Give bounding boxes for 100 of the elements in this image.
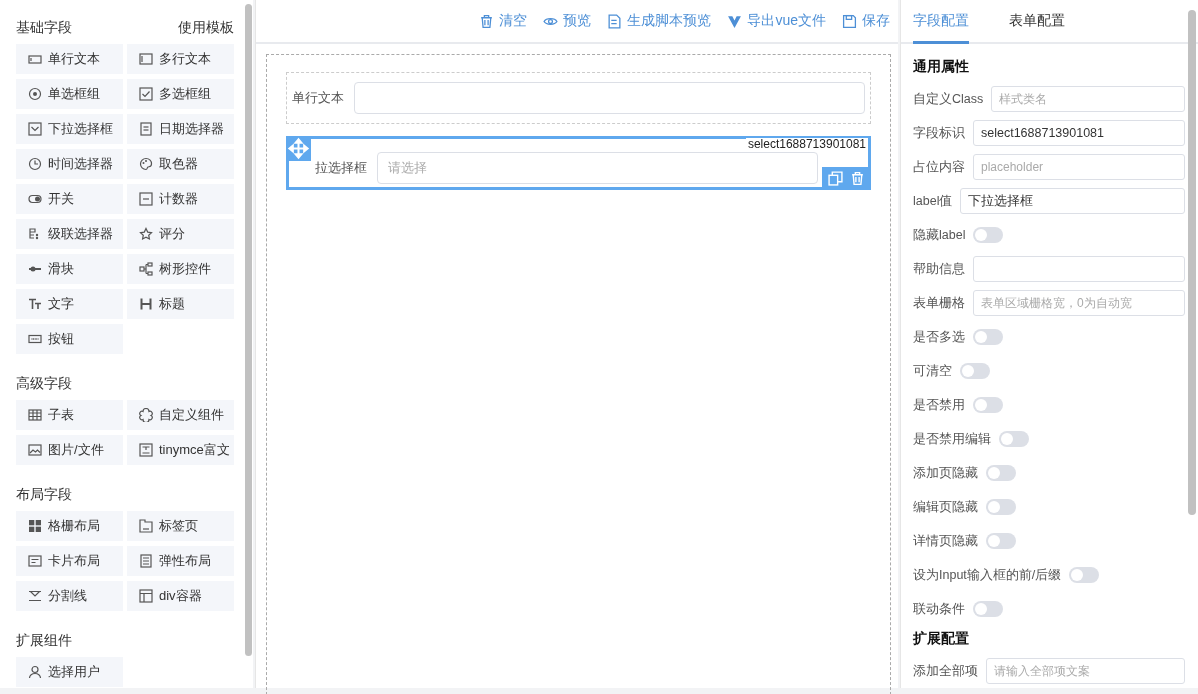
component-item[interactable]: tinymce富文 <box>127 435 234 465</box>
component-item[interactable]: 自定义组件 <box>127 400 234 430</box>
section-title: 高级字段 <box>16 375 72 393</box>
component-item[interactable]: 开关 <box>16 184 123 214</box>
button-icon <box>28 332 42 346</box>
component-item[interactable]: 多行文本 <box>127 44 234 74</box>
star-icon <box>139 227 153 241</box>
input-field[interactable]: select1688713901081 <box>973 120 1185 146</box>
property-label: 添加页隐藏 <box>913 464 978 482</box>
section-title: 基础字段 <box>16 19 72 37</box>
component-item[interactable]: 树形控件 <box>127 254 234 284</box>
section-title: 通用属性 <box>913 57 970 76</box>
component-item[interactable]: 评分 <box>127 219 234 249</box>
field-label: 单行文本 <box>292 89 344 107</box>
component-item[interactable]: 时间选择器 <box>16 149 123 179</box>
component-item[interactable]: 文字 <box>16 289 123 319</box>
toggle-switch[interactable] <box>973 329 1003 345</box>
component-item[interactable]: 卡片布局 <box>16 546 123 576</box>
move-handle-icon[interactable] <box>286 136 311 161</box>
property-label: 是否禁用 <box>913 396 965 414</box>
form-item[interactable]: 拉选择框 请选择 select1688713901081 <box>286 136 871 190</box>
dropdown-icon <box>28 122 42 136</box>
component-item[interactable]: 图片/文件 <box>16 435 123 465</box>
clock-icon <box>28 157 42 171</box>
toolbar-button[interactable]: 导出vue文件 <box>727 12 826 30</box>
property-label: label值 <box>913 192 953 210</box>
section-title: 扩展组件 <box>16 632 72 650</box>
property-label: 添加全部项 <box>913 662 978 680</box>
tabs-icon <box>139 519 153 533</box>
toolbar-button[interactable]: 生成脚本预览 <box>607 12 712 30</box>
tab[interactable]: 表单配置 <box>1009 0 1065 44</box>
component-item[interactable]: 单选框组 <box>16 79 123 109</box>
section-title: 布局字段 <box>16 486 72 504</box>
component-item[interactable]: div容器 <box>127 581 234 611</box>
component-item[interactable]: 取色器 <box>127 149 234 179</box>
v-logo-icon <box>727 13 743 29</box>
toolbar-button[interactable]: 预览 <box>543 12 592 30</box>
component-item[interactable]: 按钮 <box>16 324 123 354</box>
toggle-switch[interactable] <box>986 533 1016 549</box>
property-label: 设为Input输入框的前/后缀 <box>913 566 1062 584</box>
text-icon <box>28 297 42 311</box>
property-label: 隐藏label <box>913 226 966 244</box>
input-field[interactable] <box>973 256 1185 282</box>
component-item[interactable]: 选择用户 <box>16 657 123 687</box>
component-item[interactable]: 分割线 <box>16 581 123 611</box>
use-template-link[interactable]: 使用模板 <box>178 19 234 37</box>
toggle-switch[interactable] <box>1069 567 1100 583</box>
toggle-switch[interactable] <box>986 465 1016 481</box>
property-label: 自定义Class <box>913 90 984 108</box>
radio-icon <box>28 87 42 101</box>
toggle-switch[interactable] <box>973 397 1003 413</box>
grid-icon <box>28 519 42 533</box>
counter-icon <box>139 192 153 206</box>
flex-icon <box>139 554 153 568</box>
toolbar-button[interactable]: 清空 <box>479 12 528 30</box>
property-label: 详情页隐藏 <box>913 532 978 550</box>
textarea-icon <box>139 52 153 66</box>
copy-icon[interactable] <box>828 171 843 186</box>
component-item[interactable]: 多选框组 <box>127 79 234 109</box>
toggle-switch[interactable] <box>999 431 1029 447</box>
input-field[interactable]: 下拉选择框 <box>960 188 1185 214</box>
container-icon <box>139 589 153 603</box>
property-label: 表单栅格 <box>913 294 965 312</box>
floppy-icon <box>842 13 857 29</box>
input-field[interactable] <box>354 82 865 114</box>
component-item[interactable]: 弹性布局 <box>127 546 234 576</box>
form-item[interactable]: 单行文本 <box>286 72 871 124</box>
property-label: 占位内容 <box>913 158 965 176</box>
property-label: 联动条件 <box>913 600 965 618</box>
property-label: 帮助信息 <box>913 260 965 278</box>
editor-icon <box>139 443 153 457</box>
component-item[interactable]: 日期选择器 <box>127 114 234 144</box>
property-label: 字段标识 <box>913 124 965 142</box>
component-item[interactable]: 格栅布局 <box>16 511 123 541</box>
toggle-switch[interactable] <box>986 499 1016 515</box>
trash-icon[interactable] <box>850 171 865 186</box>
component-item[interactable]: 子表 <box>16 400 123 430</box>
divider-icon <box>28 589 42 603</box>
component-item[interactable]: 单行文本 <box>16 44 123 74</box>
property-label: 是否多选 <box>913 328 965 346</box>
toggle-switch[interactable] <box>960 363 990 379</box>
component-item[interactable]: 下拉选择框 <box>16 114 123 144</box>
toolbar-button[interactable]: 保存 <box>842 12 890 30</box>
heading-icon <box>139 297 153 311</box>
component-item[interactable]: 标签页 <box>127 511 234 541</box>
component-item[interactable]: 计数器 <box>127 184 234 214</box>
toggle-switch[interactable] <box>973 601 1003 617</box>
palette-icon <box>139 157 153 171</box>
toggle-icon <box>28 192 42 206</box>
tab[interactable]: 字段配置 <box>913 0 969 44</box>
component-item[interactable]: 滑块 <box>16 254 123 284</box>
card-icon <box>28 554 42 568</box>
user-icon <box>28 665 42 679</box>
checkbox-icon <box>139 87 153 101</box>
property-label: 编辑页隐藏 <box>913 498 978 516</box>
component-item[interactable]: 标题 <box>127 289 234 319</box>
scrollbar[interactable] <box>245 4 252 656</box>
component-item[interactable]: 级联选择器 <box>16 219 123 249</box>
toggle-switch[interactable] <box>973 227 1004 243</box>
scrollbar[interactable] <box>1188 10 1196 515</box>
